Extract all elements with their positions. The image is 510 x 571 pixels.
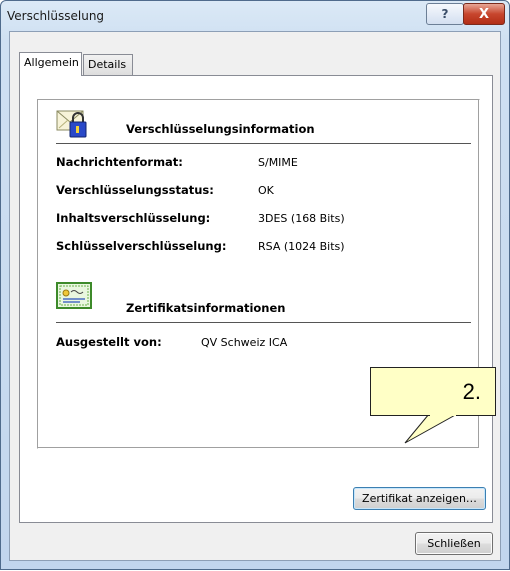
callout-pointer-cover [430,414,456,416]
dialog-window: Verschlüsselung ? X Allgemein Details Ve… [0,0,510,570]
tab-allgemein[interactable]: Allgemein [19,52,82,76]
